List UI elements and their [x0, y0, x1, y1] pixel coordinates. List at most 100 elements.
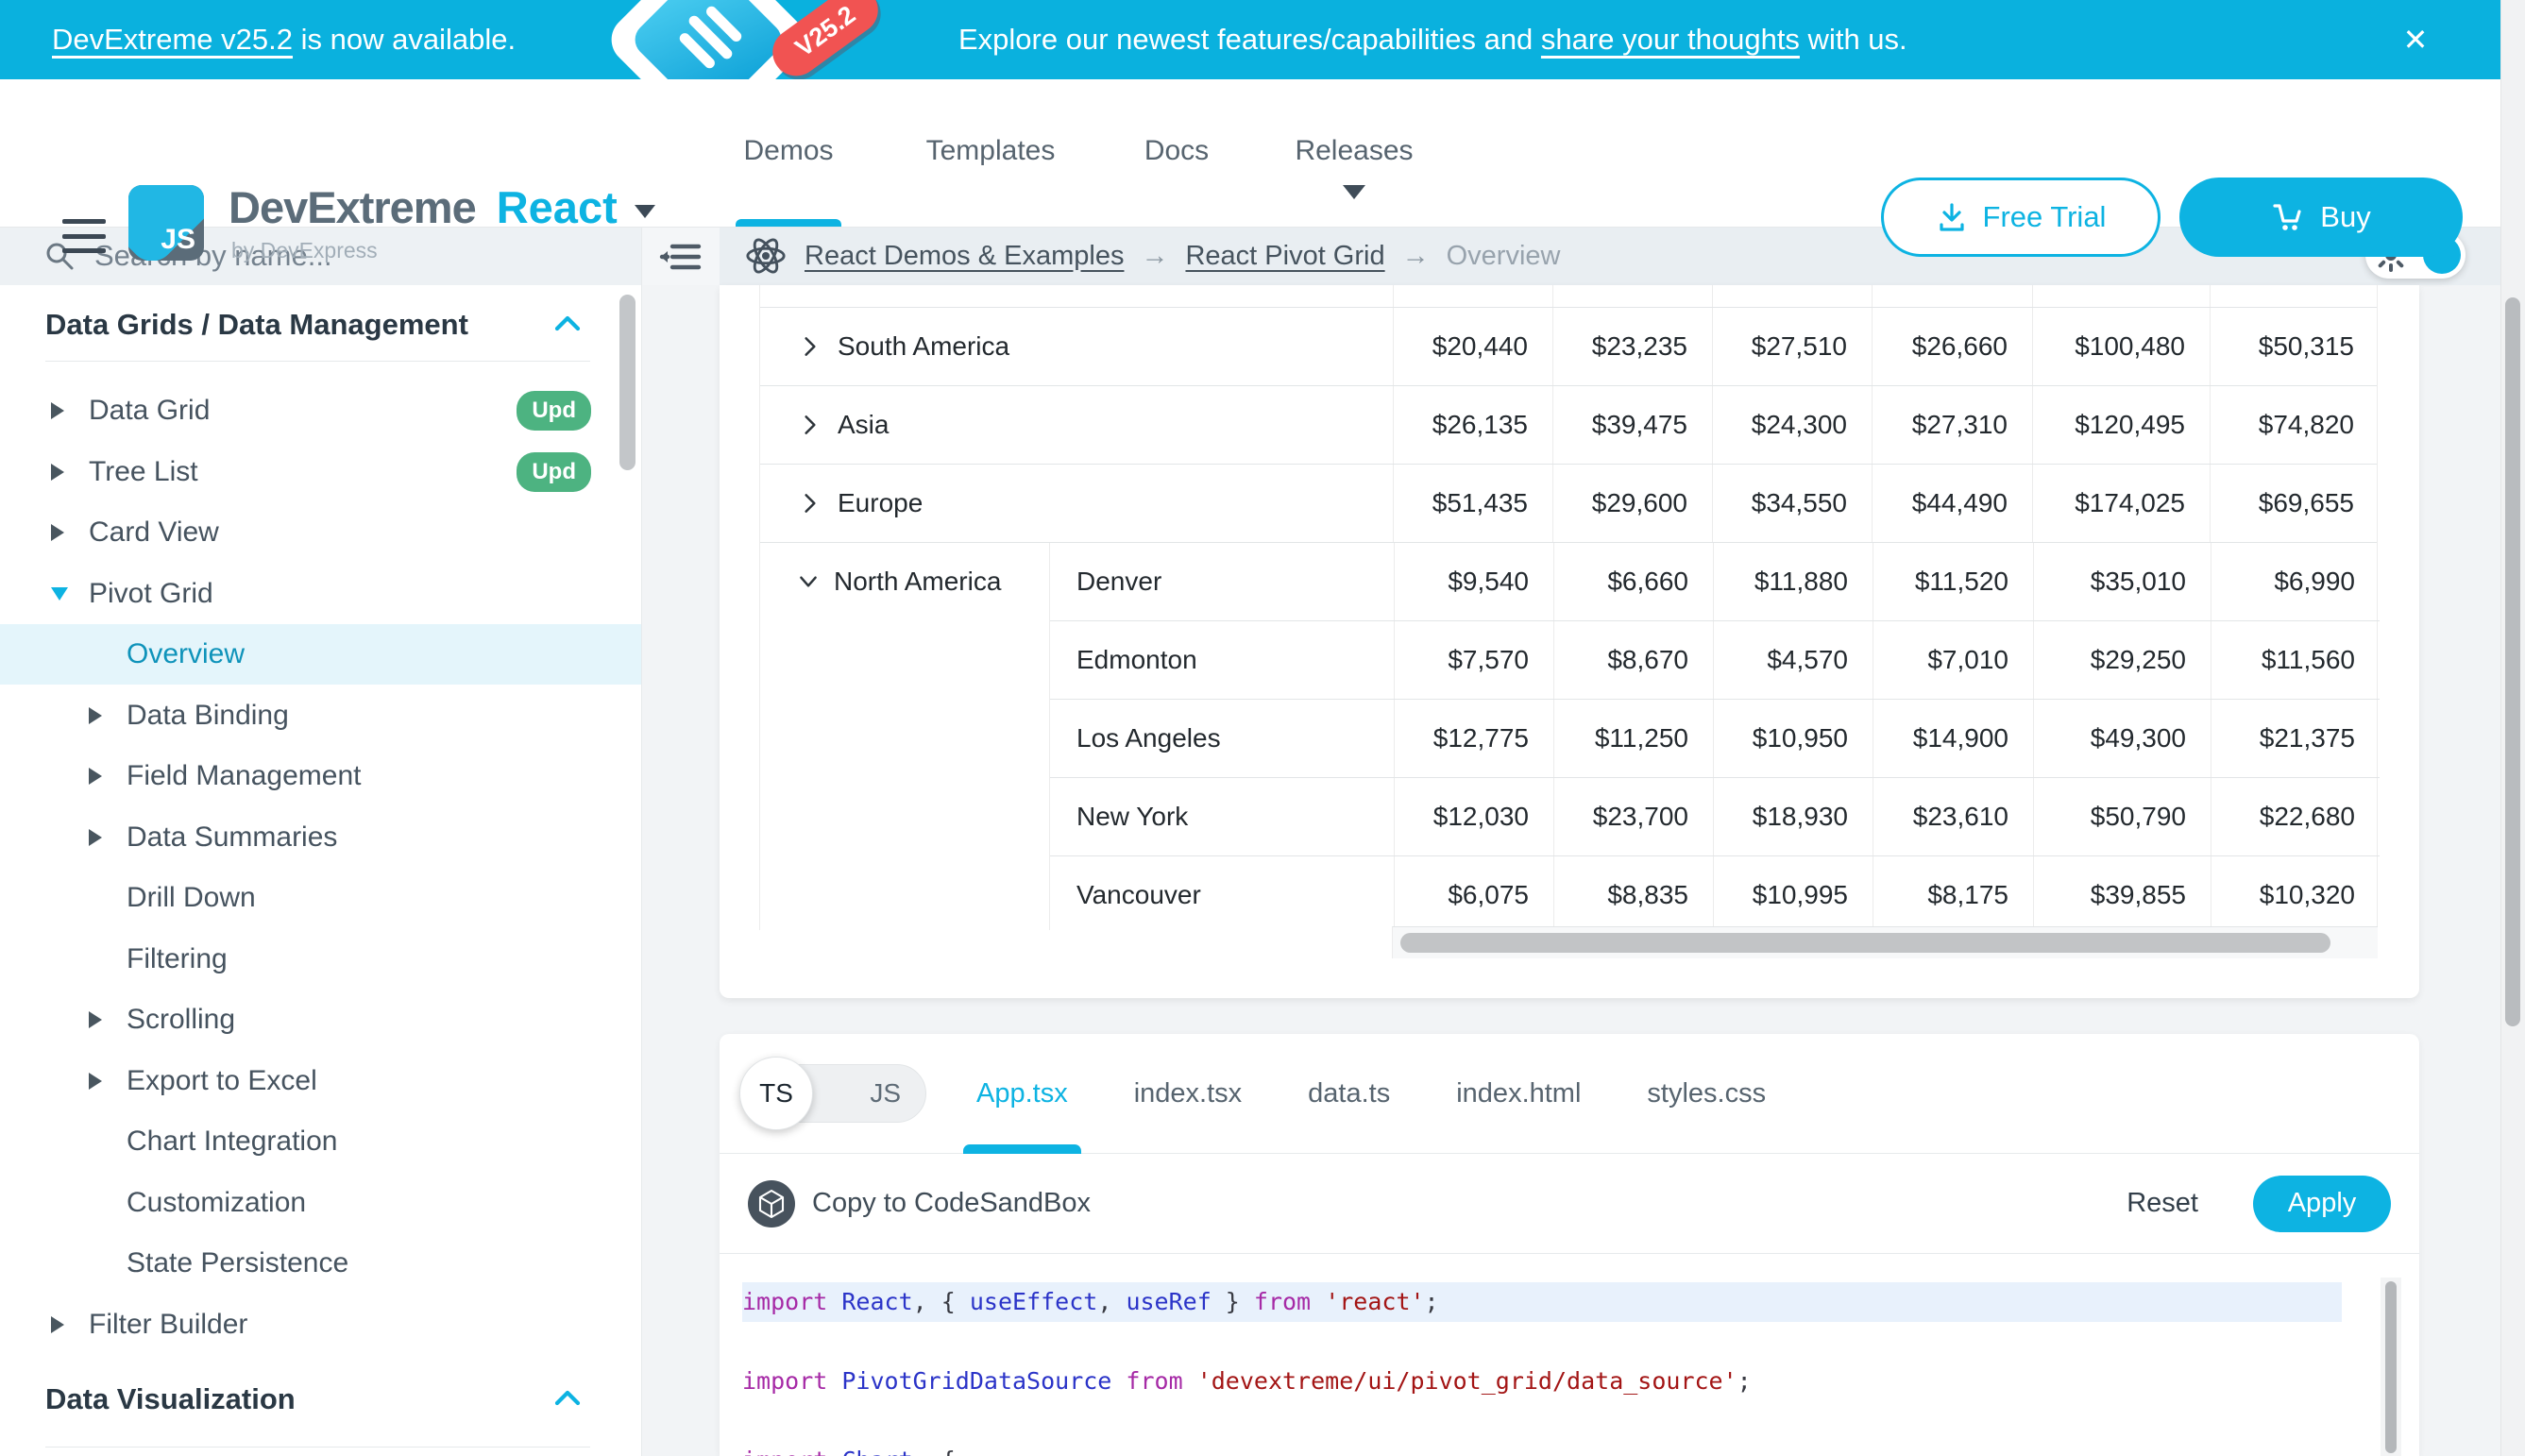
expand-collapsed-icon[interactable] [89, 829, 127, 846]
sidebar-scrollbar[interactable] [619, 295, 635, 470]
pivot-value-cell[interactable]: $6,660 [1553, 543, 1713, 620]
chevron-down-icon[interactable] [796, 569, 821, 594]
pivot-value-cell[interactable]: $69,655 [2210, 465, 2379, 542]
sidebar-item-state-persistence[interactable]: State Persistence [0, 1233, 641, 1294]
sidebar-item-tree-list[interactable]: Tree ListUpd [0, 442, 641, 502]
expand-collapsed-icon[interactable] [51, 524, 89, 541]
devextreme-js-logo[interactable]: JS [128, 185, 204, 261]
pivot-value-cell[interactable]: $44,490 [1872, 465, 2032, 542]
pivot-value-cell[interactable] [2210, 285, 2379, 307]
pivot-value-cell[interactable]: $8,835 [1553, 856, 1713, 934]
pivot-value-cell[interactable]: $100,480 [2032, 308, 2210, 385]
sidebar-item-data-binding[interactable]: Data Binding [0, 686, 641, 746]
tab-index-tsx[interactable]: index.tsx [1134, 1034, 1242, 1154]
pivot-value-cell[interactable]: $10,320 [2211, 856, 2380, 934]
pivot-value-cell[interactable]: $11,520 [1873, 543, 2033, 620]
chevron-up-icon[interactable] [553, 313, 582, 339]
chevron-down-icon[interactable] [635, 205, 655, 218]
expand-collapsed-icon[interactable] [51, 1316, 89, 1333]
pivot-value-cell[interactable]: $8,670 [1553, 621, 1713, 699]
pivot-value-cell[interactable]: $35,010 [2033, 543, 2211, 620]
pivot-value-cell[interactable]: $7,570 [1394, 621, 1553, 699]
sidebar-item-pivot-grid[interactable]: Pivot Grid [0, 564, 641, 624]
tab-styles-css[interactable]: styles.css [1647, 1034, 1766, 1154]
pivot-value-cell[interactable]: $9,540 [1394, 543, 1553, 620]
pivot-value-cell[interactable] [1393, 285, 1552, 307]
expand-collapsed-icon[interactable] [89, 1073, 127, 1090]
sidebar-item-filtering[interactable]: Filtering [0, 929, 641, 990]
nav-item-releases[interactable]: Releases [1283, 121, 1425, 181]
pivot-value-cell[interactable]: $23,610 [1873, 778, 2033, 855]
section-title-data-grids[interactable]: Data Grids / Data Management [45, 306, 468, 344]
pivot-value-cell[interactable]: $51,435 [1393, 465, 1552, 542]
pivot-value-cell[interactable]: $34,550 [1712, 465, 1872, 542]
pivot-value-cell[interactable] [2032, 285, 2210, 307]
close-icon[interactable]: ✕ [2393, 17, 2438, 62]
pivot-horizontal-scrollbar[interactable] [1400, 933, 2330, 953]
pivot-value-cell[interactable]: $20,440 [1393, 308, 1552, 385]
pivot-value-cell[interactable]: $23,700 [1553, 778, 1713, 855]
pivot-value-cell[interactable]: $39,475 [1552, 386, 1712, 464]
sidebar-item-data-grid[interactable]: Data GridUpd [0, 381, 641, 441]
pivot-city-label[interactable]: Denver [1050, 543, 1394, 620]
pivot-value-cell[interactable]: $50,315 [2210, 308, 2379, 385]
expand-expanded-icon[interactable] [51, 587, 89, 601]
pivot-value-cell[interactable]: $49,300 [2033, 700, 2211, 777]
nav-item-demos[interactable]: Demos [736, 121, 841, 181]
pivot-value-cell[interactable]: $8,175 [1873, 856, 2033, 934]
page-scrollbar[interactable] [2505, 297, 2520, 1026]
pivot-value-cell[interactable]: $10,995 [1713, 856, 1873, 934]
language-option-js[interactable]: JS [870, 1065, 901, 1122]
collapse-sidebar-icon[interactable] [659, 242, 703, 277]
pivot-value-cell[interactable]: $26,135 [1393, 386, 1552, 464]
brand-row[interactable]: DevExtreme React [229, 181, 655, 233]
sidebar-item-export-to-excel[interactable]: Export to Excel [0, 1051, 641, 1111]
pivot-value-cell[interactable]: $26,660 [1872, 308, 2032, 385]
chevron-up-icon[interactable] [553, 1388, 582, 1414]
pivot-value-cell[interactable]: $10,950 [1713, 700, 1873, 777]
pivot-value-cell[interactable]: $39,855 [2033, 856, 2211, 934]
sidebar-item-filter-builder[interactable]: Filter Builder [0, 1295, 641, 1355]
code-scrollbar[interactable] [2385, 1281, 2397, 1453]
sidebar-item-card-view[interactable]: Card View [0, 502, 641, 563]
pivot-value-cell[interactable]: $29,600 [1552, 465, 1712, 542]
expand-collapsed-icon[interactable] [89, 1011, 127, 1028]
code-editor[interactable]: import React, { useEffect, useRef } from… [720, 1254, 2378, 1456]
pivot-value-cell[interactable]: $6,075 [1394, 856, 1553, 934]
pivot-row-header[interactable]: Europe [760, 465, 1393, 542]
chevron-right-icon[interactable] [798, 491, 822, 516]
pivot-value-cell[interactable]: $11,560 [2211, 621, 2380, 699]
pivot-city-label[interactable]: Vancouver [1050, 856, 1394, 934]
pivot-value-cell[interactable]: $12,030 [1394, 778, 1553, 855]
sidebar-item-field-management[interactable]: Field Management [0, 746, 641, 806]
pivot-value-cell[interactable]: $21,375 [2211, 700, 2380, 777]
pivot-value-cell[interactable]: $22,680 [2211, 778, 2380, 855]
chevron-right-icon[interactable] [798, 413, 822, 437]
pivot-value-cell[interactable]: $11,880 [1713, 543, 1873, 620]
sidebar-item-drill-down[interactable]: Drill Down [0, 868, 641, 928]
reset-button[interactable]: Reset [2127, 1188, 2198, 1219]
nav-item-docs[interactable]: Docs [1139, 121, 1214, 181]
sidebar-item-scrolling[interactable]: Scrolling [0, 990, 641, 1050]
pivot-value-cell[interactable]: $6,990 [2211, 543, 2380, 620]
pivot-row-header[interactable]: South America [760, 308, 1393, 385]
pivot-value-cell[interactable]: $120,495 [2032, 386, 2210, 464]
sidebar-item-customization[interactable]: Customization [0, 1173, 641, 1233]
pivot-value-cell[interactable]: $27,510 [1712, 308, 1872, 385]
tab-index-html[interactable]: index.html [1456, 1034, 1581, 1154]
language-toggle[interactable]: TS JS [745, 1064, 926, 1123]
nav-item-templates[interactable]: Templates [910, 121, 1071, 181]
pivot-value-cell[interactable]: $50,790 [2033, 778, 2211, 855]
expand-collapsed-icon[interactable] [89, 768, 127, 785]
pivot-value-cell[interactable]: $27,310 [1872, 386, 2032, 464]
pivot-value-cell[interactable] [1712, 285, 1872, 307]
section-title-data-visualization[interactable]: Data Visualization [45, 1380, 296, 1418]
tab-data-ts[interactable]: data.ts [1308, 1034, 1390, 1154]
pivot-value-cell[interactable]: $14,900 [1873, 700, 2033, 777]
codesandbox-icon[interactable] [748, 1180, 795, 1227]
sidebar-item-chart-integration[interactable]: Chart Integration [0, 1111, 641, 1172]
chevron-right-icon[interactable] [798, 334, 822, 359]
apply-button[interactable]: Apply [2253, 1176, 2391, 1232]
pivot-value-cell[interactable]: $18,930 [1713, 778, 1873, 855]
banner-version-link[interactable]: DevExtreme v25.2 [52, 23, 293, 57]
